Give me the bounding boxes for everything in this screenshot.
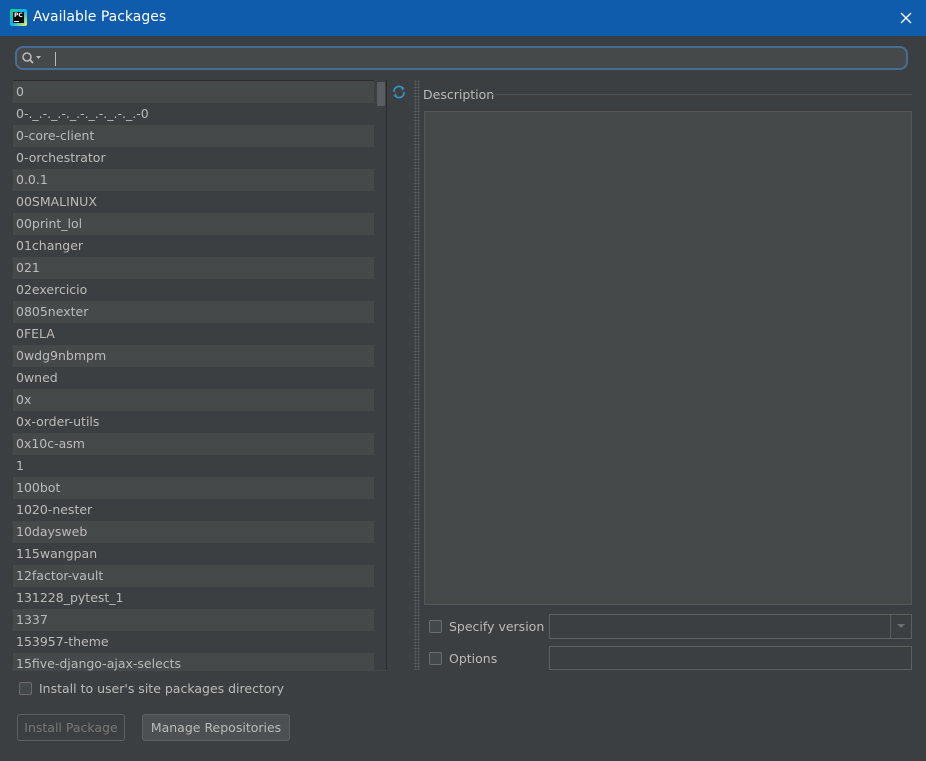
scrollbar-thumb[interactable] <box>377 82 385 106</box>
list-item[interactable]: 021 <box>13 257 386 279</box>
dropdown-separator <box>890 615 891 638</box>
list-item[interactable]: 10daysweb <box>13 521 386 543</box>
manage-repositories-label: Manage Repositories <box>150 720 282 735</box>
description-divider <box>492 94 912 95</box>
description-pane <box>424 111 912 605</box>
list-toolbar <box>386 80 414 670</box>
list-item[interactable]: 100bot <box>13 477 386 499</box>
list-item[interactable]: 1337 <box>13 609 386 631</box>
list-item[interactable]: 02exercicio <box>13 279 386 301</box>
list-item[interactable]: 115wangpan <box>13 543 386 565</box>
list-item[interactable]: 153957-theme <box>13 631 386 653</box>
list-item[interactable]: 12factor-vault <box>13 565 386 587</box>
list-item[interactable]: 1020-nester <box>13 499 386 521</box>
description-label: Description <box>423 87 495 102</box>
manage-repositories-button[interactable]: Manage Repositories <box>142 714 290 741</box>
list-item[interactable]: 0wned <box>13 367 386 389</box>
close-icon <box>900 12 912 24</box>
list-item[interactable]: 0805nexter <box>13 301 386 323</box>
options-checkbox[interactable] <box>429 652 442 665</box>
list-item[interactable]: 0x <box>13 389 386 411</box>
list-item[interactable]: 0-orchestrator <box>13 147 386 169</box>
install-user-site-checkbox[interactable] <box>19 682 32 695</box>
list-item[interactable]: 0.0.1 <box>13 169 386 191</box>
text-caret <box>55 52 56 66</box>
pycharm-icon: PC <box>10 9 27 26</box>
list-item[interactable]: 0wdg9nbmpm <box>13 345 386 367</box>
specify-version-label: Specify version <box>449 619 545 634</box>
install-package-label: Install Package <box>24 720 118 735</box>
list-item[interactable]: 0x-order-utils <box>13 411 386 433</box>
close-button[interactable] <box>894 6 918 30</box>
window-title: Available Packages <box>33 9 167 25</box>
list-item[interactable]: 0x10c-asm <box>13 433 386 455</box>
version-select[interactable] <box>549 614 912 639</box>
options-label: Options <box>449 651 498 666</box>
search-icon[interactable] <box>21 51 43 65</box>
scrollbar[interactable] <box>374 80 386 670</box>
splitter-handle[interactable] <box>414 80 420 670</box>
search-input[interactable] <box>15 46 908 70</box>
list-item[interactable]: 0 <box>13 81 386 103</box>
list-item[interactable]: 0-core-client <box>13 125 386 147</box>
install-package-button[interactable]: Install Package <box>17 714 125 741</box>
list-item[interactable]: 01changer <box>13 235 386 257</box>
list-item[interactable]: 15five-django-ajax-selects <box>13 653 386 671</box>
chevron-down-icon[interactable] <box>896 622 906 630</box>
options-field[interactable] <box>549 646 912 670</box>
list-item[interactable]: 131228_pytest_1 <box>13 587 386 609</box>
install-user-site-label: Install to user's site packages director… <box>39 681 285 696</box>
list-item[interactable]: 0FELA <box>13 323 386 345</box>
list-item[interactable]: 00SMALINUX <box>13 191 386 213</box>
specify-version-checkbox[interactable] <box>429 620 442 633</box>
list-item[interactable]: 00print_lol <box>13 213 386 235</box>
title-bar: PC Available Packages <box>0 0 926 36</box>
refresh-icon[interactable] <box>390 83 408 101</box>
package-list[interactable]: 0 0-._.-._.-._.-._.-._.-._.-0 0-core-clien… <box>13 80 386 671</box>
list-item[interactable]: 1 <box>13 455 386 477</box>
list-item[interactable]: 0-._.-._.-._.-._.-._.-._.-0 <box>13 103 386 125</box>
